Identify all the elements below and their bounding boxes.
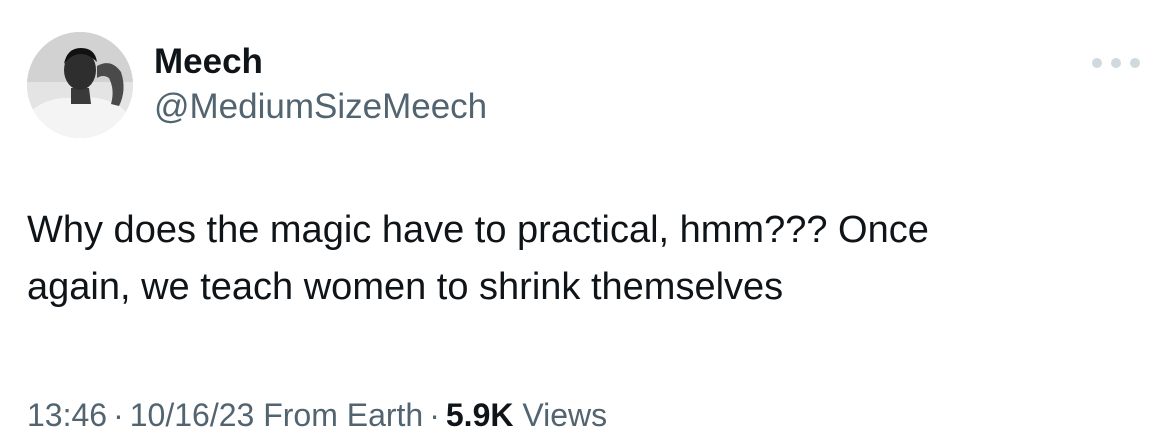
more-horizontal-icon-dot	[1111, 58, 1121, 68]
avatar[interactable]	[27, 32, 133, 138]
tweet-card: Meech @MediumSizeMeech Why does the magi…	[0, 0, 1170, 445]
more-horizontal-icon-dot	[1130, 58, 1140, 68]
meta-separator: ·	[113, 397, 124, 433]
tweet-metadata: 13:46 · 10/16/23 From Earth · 5.9K Views	[27, 395, 607, 435]
tweet-source: From Earth	[263, 397, 424, 433]
views-label: Views	[522, 397, 608, 433]
more-options-button[interactable]	[1092, 50, 1140, 76]
tweet-text: Why does the magic have to practical, hm…	[27, 209, 929, 308]
author-name[interactable]: Meech	[154, 41, 263, 83]
author-handle[interactable]: @MediumSizeMeech	[154, 86, 487, 128]
meta-separator: ·	[429, 397, 440, 433]
tweet-date[interactable]: 10/16/23	[130, 397, 255, 433]
more-horizontal-icon	[1092, 58, 1102, 68]
tweet-time[interactable]: 13:46	[27, 397, 107, 433]
profile-photo-icon	[27, 32, 133, 138]
views-count[interactable]: 5.9K	[446, 397, 514, 433]
